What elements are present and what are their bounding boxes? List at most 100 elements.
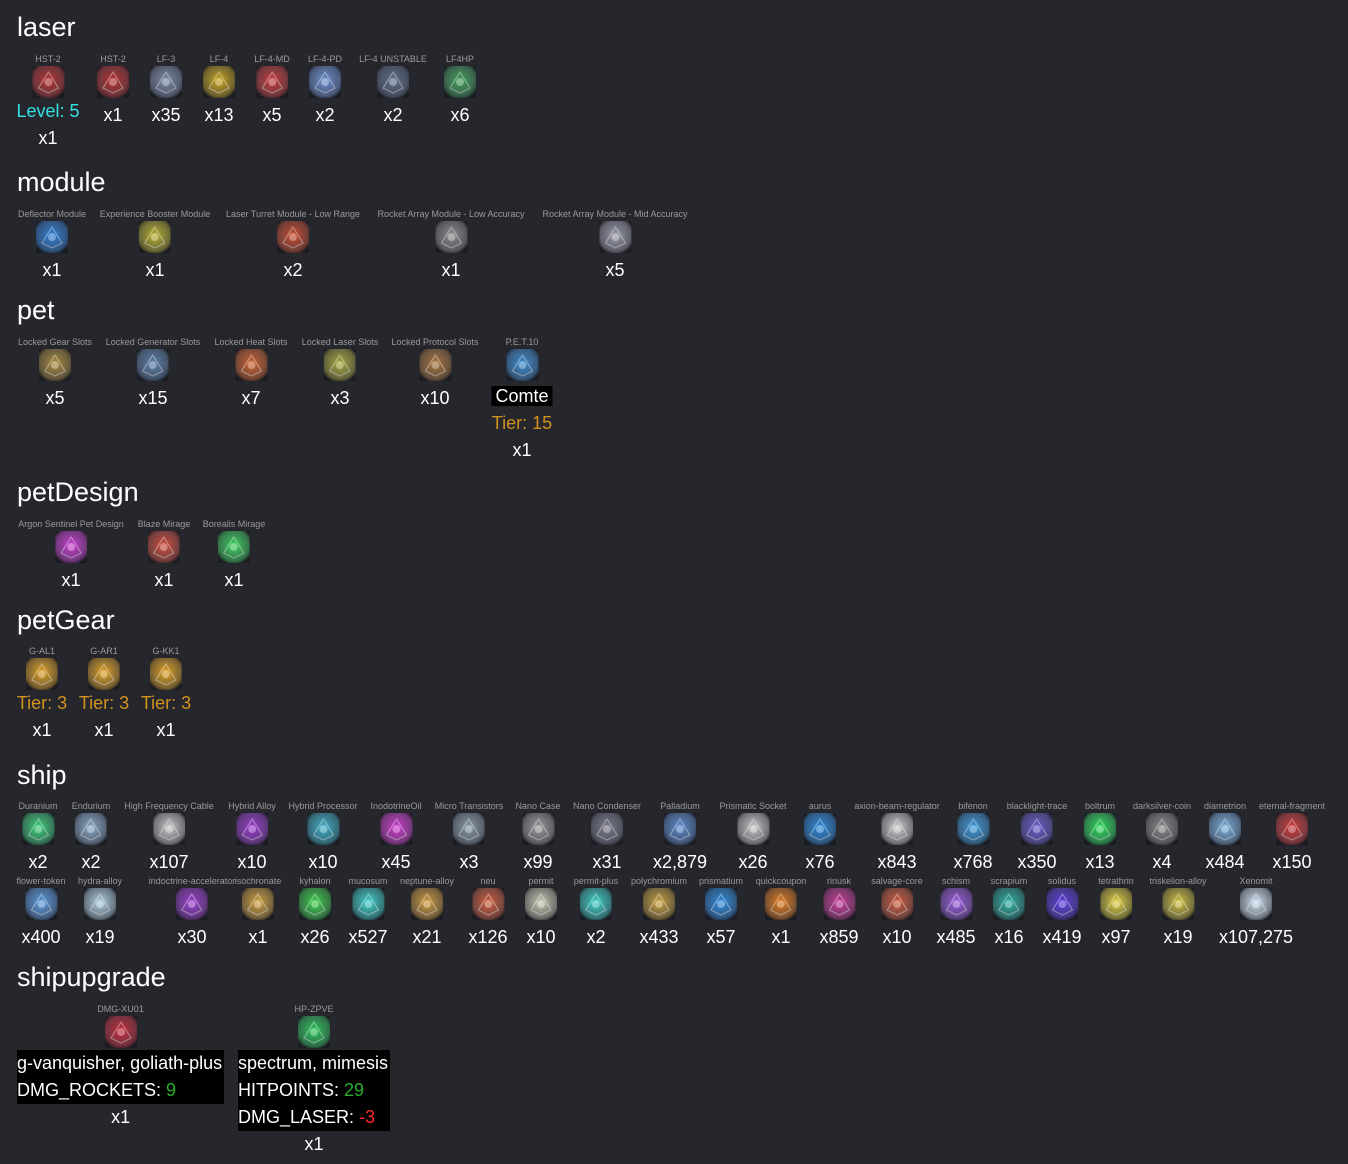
item-hybrid-alloy[interactable]: Hybrid Alloy x10 xyxy=(228,800,276,876)
lf-3-icon[interactable] xyxy=(150,66,182,98)
item-boltrum[interactable]: boltrum x13 xyxy=(1084,800,1116,876)
salvage-core-icon[interactable] xyxy=(881,888,913,920)
item-prismatium[interactable]: prismatium x57 xyxy=(699,875,743,951)
item-inodotrineoil[interactable]: InodotrineOil x45 xyxy=(370,800,421,876)
item-darksilver-coin[interactable]: darksilver-coin x4 xyxy=(1133,800,1191,876)
item-duranium[interactable]: Duranium x2 xyxy=(18,800,57,876)
item-salvage-core[interactable]: salvage-core x10 xyxy=(871,875,923,951)
item-permit[interactable]: permit x10 xyxy=(525,875,557,951)
item-flower-token[interactable]: flower-token x400 xyxy=(16,875,65,951)
triskelion-alloy-icon[interactable] xyxy=(1162,888,1194,920)
rocket-array-module-low-accuracy-icon[interactable] xyxy=(435,221,467,253)
item-hst-2[interactable]: HST-2 x1 xyxy=(97,53,129,129)
item-axion-beam-regulator[interactable]: axion-beam-regulator x843 xyxy=(854,800,940,876)
item-lf-4[interactable]: LF-4 x13 xyxy=(203,53,235,129)
locked-heat-slots-icon[interactable] xyxy=(234,349,267,381)
item-endurium[interactable]: Endurium x2 xyxy=(72,800,111,876)
item-experience-booster-module[interactable]: Experience Booster Module x1 xyxy=(100,208,211,284)
blaze-mirage-icon[interactable] xyxy=(148,531,180,563)
kyhalon-icon[interactable] xyxy=(299,888,331,920)
neu-icon[interactable] xyxy=(471,888,504,920)
item-locked-generator-slots[interactable]: Locked Generator Slots x15 xyxy=(106,336,201,412)
item-palladium[interactable]: Palladium x2,879 xyxy=(653,800,707,876)
item-polychromium[interactable]: polychromium x433 xyxy=(631,875,687,951)
rinusk-icon[interactable] xyxy=(822,888,855,920)
aurus-icon[interactable] xyxy=(804,813,836,845)
locked-generator-slots-icon[interactable] xyxy=(137,349,169,381)
locked-laser-slots-icon[interactable] xyxy=(323,349,356,381)
experience-booster-module-icon[interactable] xyxy=(139,221,171,253)
item-indoctrine-accelerator[interactable]: indoctrine-accelerator x30 xyxy=(149,875,236,951)
item-hydra-alloy[interactable]: hydra-alloy x19 xyxy=(78,875,122,951)
item-nano-condenser[interactable]: Nano Condenser x31 xyxy=(573,800,641,876)
hp-zpve-icon[interactable] xyxy=(298,1016,331,1048)
item-high-frequency-cable[interactable]: High Frequency Cable x107 xyxy=(124,800,214,876)
prismatium-icon[interactable] xyxy=(704,888,737,920)
item-lf-4-unstable[interactable]: LF-4 UNSTABLE x2 xyxy=(359,53,427,129)
item-lf-4-pd[interactable]: LF-4-PD x2 xyxy=(308,53,342,129)
p-e-t-10-icon[interactable] xyxy=(505,349,538,381)
schism-icon[interactable] xyxy=(939,888,972,920)
item-permit-plus[interactable]: permit-plus x2 xyxy=(574,875,619,951)
lf-4-pd-icon[interactable] xyxy=(308,66,341,98)
prismatic-socket-icon[interactable] xyxy=(737,813,769,845)
item-laser-turret-module-low-range[interactable]: Laser Turret Module - Low Range x2 xyxy=(226,208,360,284)
item-diametrion[interactable]: diametrion x484 xyxy=(1204,800,1246,876)
item-locked-heat-slots[interactable]: Locked Heat Slots x7 xyxy=(214,336,287,412)
tetrathrin-icon[interactable] xyxy=(1100,888,1132,920)
palladium-icon[interactable] xyxy=(663,813,696,845)
item-hst-2[interactable]: HST-2 Level: 5 x1 xyxy=(16,53,79,152)
item-g-al1[interactable]: G-AL1 Tier: 3 x1 xyxy=(17,645,67,744)
locked-protocol-slots-icon[interactable] xyxy=(418,349,451,381)
isochronate-icon[interactable] xyxy=(242,888,274,920)
hybrid-processor-icon[interactable] xyxy=(307,813,339,845)
item-xenomit[interactable]: Xenomit x107,275 xyxy=(1219,875,1293,951)
item-locked-laser-slots[interactable]: Locked Laser Slots x3 xyxy=(302,336,379,412)
laser-turret-module-low-range-icon[interactable] xyxy=(276,221,309,253)
item-rocket-array-module-low-accuracy[interactable]: Rocket Array Module - Low Accuracy x1 xyxy=(377,208,524,284)
blacklight-trace-icon[interactable] xyxy=(1021,813,1053,845)
diametrion-icon[interactable] xyxy=(1209,813,1241,845)
item-hybrid-processor[interactable]: Hybrid Processor x10 xyxy=(288,800,357,876)
polychromium-icon[interactable] xyxy=(643,888,675,920)
item-prismatic-socket[interactable]: Prismatic Socket x26 xyxy=(719,800,786,876)
item-quickcoupon[interactable]: quickcoupon x1 xyxy=(756,875,807,951)
rocket-array-module-mid-accuracy-icon[interactable] xyxy=(599,221,631,253)
flower-token-icon[interactable] xyxy=(25,888,57,920)
scrapium-icon[interactable] xyxy=(992,888,1025,920)
xenomit-icon[interactable] xyxy=(1239,888,1272,920)
item-kyhalon[interactable]: kyhalon x26 xyxy=(299,875,331,951)
g-al1-icon[interactable] xyxy=(26,658,58,690)
endurium-icon[interactable] xyxy=(75,813,107,845)
item-p-e-t-10[interactable]: P.E.T.10 Comte Tier: 15 x1 xyxy=(491,336,553,464)
item-scrapium[interactable]: scrapium x16 xyxy=(991,875,1028,951)
locked-gear-slots-icon[interactable] xyxy=(38,349,71,381)
item-eternal-fragment[interactable]: eternal-fragment x150 xyxy=(1259,800,1325,876)
lf-4-unstable-icon[interactable] xyxy=(376,66,409,98)
micro-transistors-icon[interactable] xyxy=(452,813,485,845)
axion-beam-regulator-icon[interactable] xyxy=(880,813,913,845)
item-lf-4-md[interactable]: LF-4-MD x5 xyxy=(254,53,290,129)
item-blaze-mirage[interactable]: Blaze Mirage x1 xyxy=(138,518,191,594)
dmg-xu01-icon[interactable] xyxy=(104,1016,137,1048)
item-g-ar1[interactable]: G-AR1 Tier: 3 x1 xyxy=(79,645,129,744)
bifenon-icon[interactable] xyxy=(956,813,989,845)
item-lf4hp[interactable]: LF4HP x6 xyxy=(444,53,476,129)
eternal-fragment-icon[interactable] xyxy=(1275,813,1308,845)
item-bifenon[interactable]: bifenon x768 xyxy=(953,800,992,876)
item-neptune-alloy[interactable]: neptune-alloy x21 xyxy=(400,875,454,951)
item-mucosum[interactable]: mucosum x527 xyxy=(348,875,387,951)
lf-4-icon[interactable] xyxy=(203,66,235,98)
darksilver-coin-icon[interactable] xyxy=(1146,813,1178,845)
g-kk1-icon[interactable] xyxy=(150,658,182,690)
quickcoupon-icon[interactable] xyxy=(764,888,797,920)
item-solidus[interactable]: solidus x419 xyxy=(1042,875,1081,951)
nano-case-icon[interactable] xyxy=(522,813,554,845)
permit-icon[interactable] xyxy=(525,888,557,920)
argon-sentinel-pet-design-icon[interactable] xyxy=(54,531,87,563)
mucosum-icon[interactable] xyxy=(351,888,384,920)
neptune-alloy-icon[interactable] xyxy=(410,888,443,920)
item-isochronate[interactable]: isochronate x1 xyxy=(235,875,282,951)
item-micro-transistors[interactable]: Micro Transistors x3 xyxy=(435,800,504,876)
high-frequency-cable-icon[interactable] xyxy=(153,813,185,845)
